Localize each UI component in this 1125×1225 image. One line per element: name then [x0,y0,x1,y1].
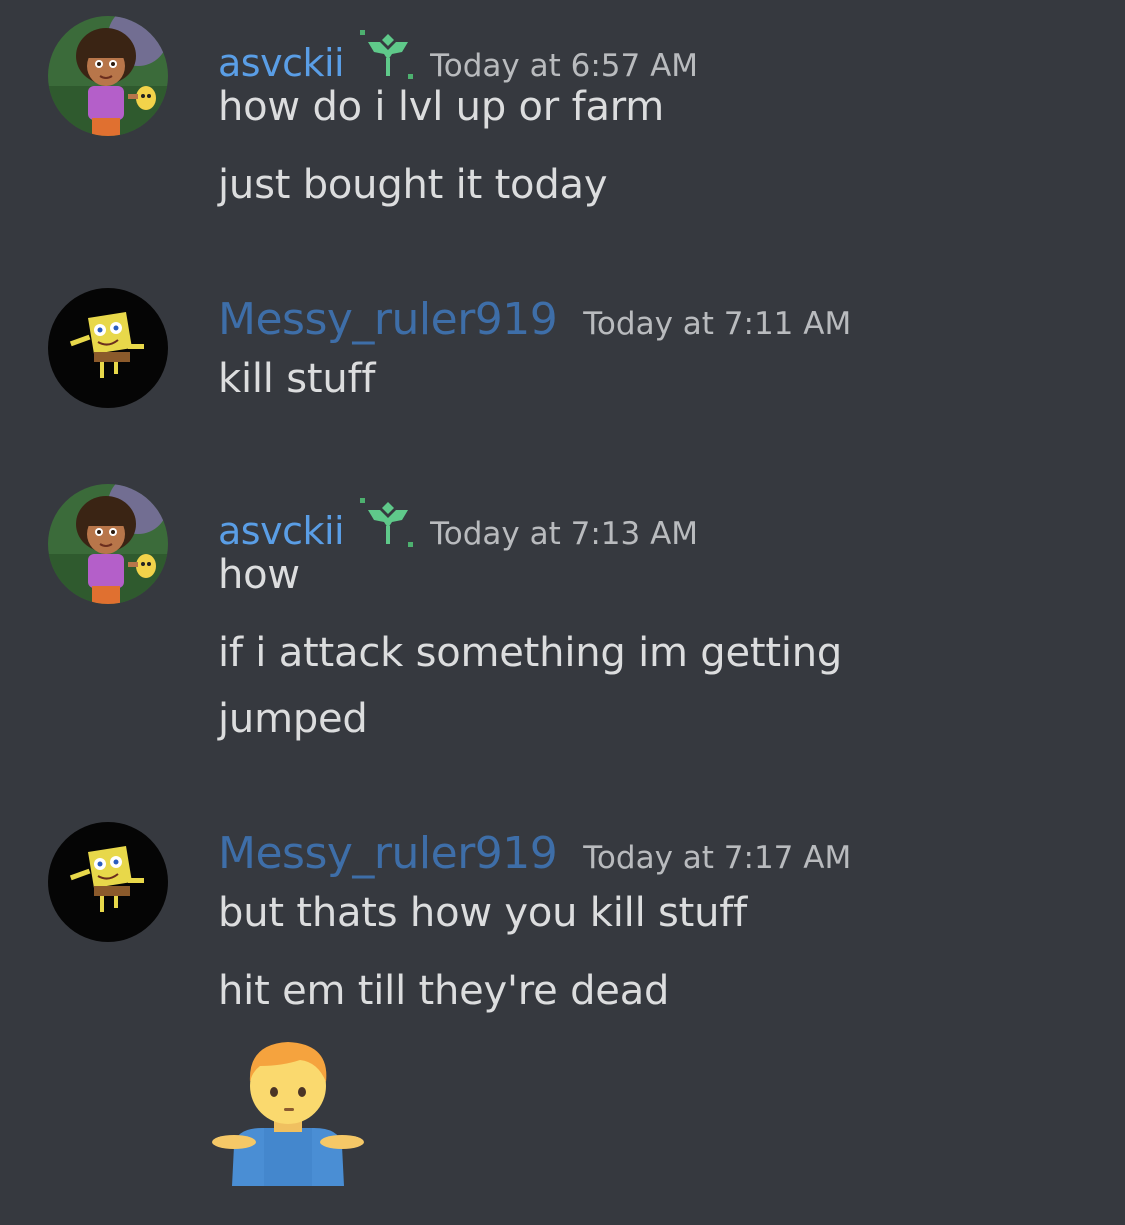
avatar-asvckii[interactable] [48,16,168,136]
message-text: kill stuff [218,356,376,402]
message-header: Messy_ruler919 Today at 7:11 AM [218,294,851,345]
avatar-asvckii[interactable] [48,484,168,604]
spongebob-avatar-icon [48,288,168,408]
message-header: asvckii Today at 6:57 AM [218,24,698,85]
message-text: how do i lvl up or farm [218,84,665,130]
dora-avatar-icon [48,16,168,136]
man-shrugging-emoji-icon[interactable] [212,1036,364,1186]
username[interactable]: asvckii [218,41,345,85]
avatar-messy-ruler919[interactable] [48,288,168,408]
message-text: jumped [218,696,368,742]
dora-avatar-icon [48,484,168,604]
message-text: just bought it today [218,162,608,208]
message-text: how [218,552,300,598]
username[interactable]: Messy_ruler919 [218,828,558,879]
plant-badge-icon[interactable] [360,30,416,82]
timestamp: Today at 7:11 AM [583,306,852,342]
username[interactable]: asvckii [218,509,345,553]
timestamp: Today at 7:13 AM [430,516,699,552]
plant-badge-icon[interactable] [360,498,416,550]
message-header: Messy_ruler919 Today at 7:17 AM [218,828,851,879]
username[interactable]: Messy_ruler919 [218,294,558,345]
timestamp: Today at 7:17 AM [583,840,852,876]
timestamp: Today at 6:57 AM [430,48,699,84]
message-text: but thats how you kill stuff [218,890,748,936]
spongebob-avatar-icon [48,822,168,942]
avatar-messy-ruler919[interactable] [48,822,168,942]
message-text: if i attack something im getting [218,630,843,676]
message-text: hit em till they're dead [218,968,670,1014]
message-header: asvckii Today at 7:13 AM [218,492,698,553]
